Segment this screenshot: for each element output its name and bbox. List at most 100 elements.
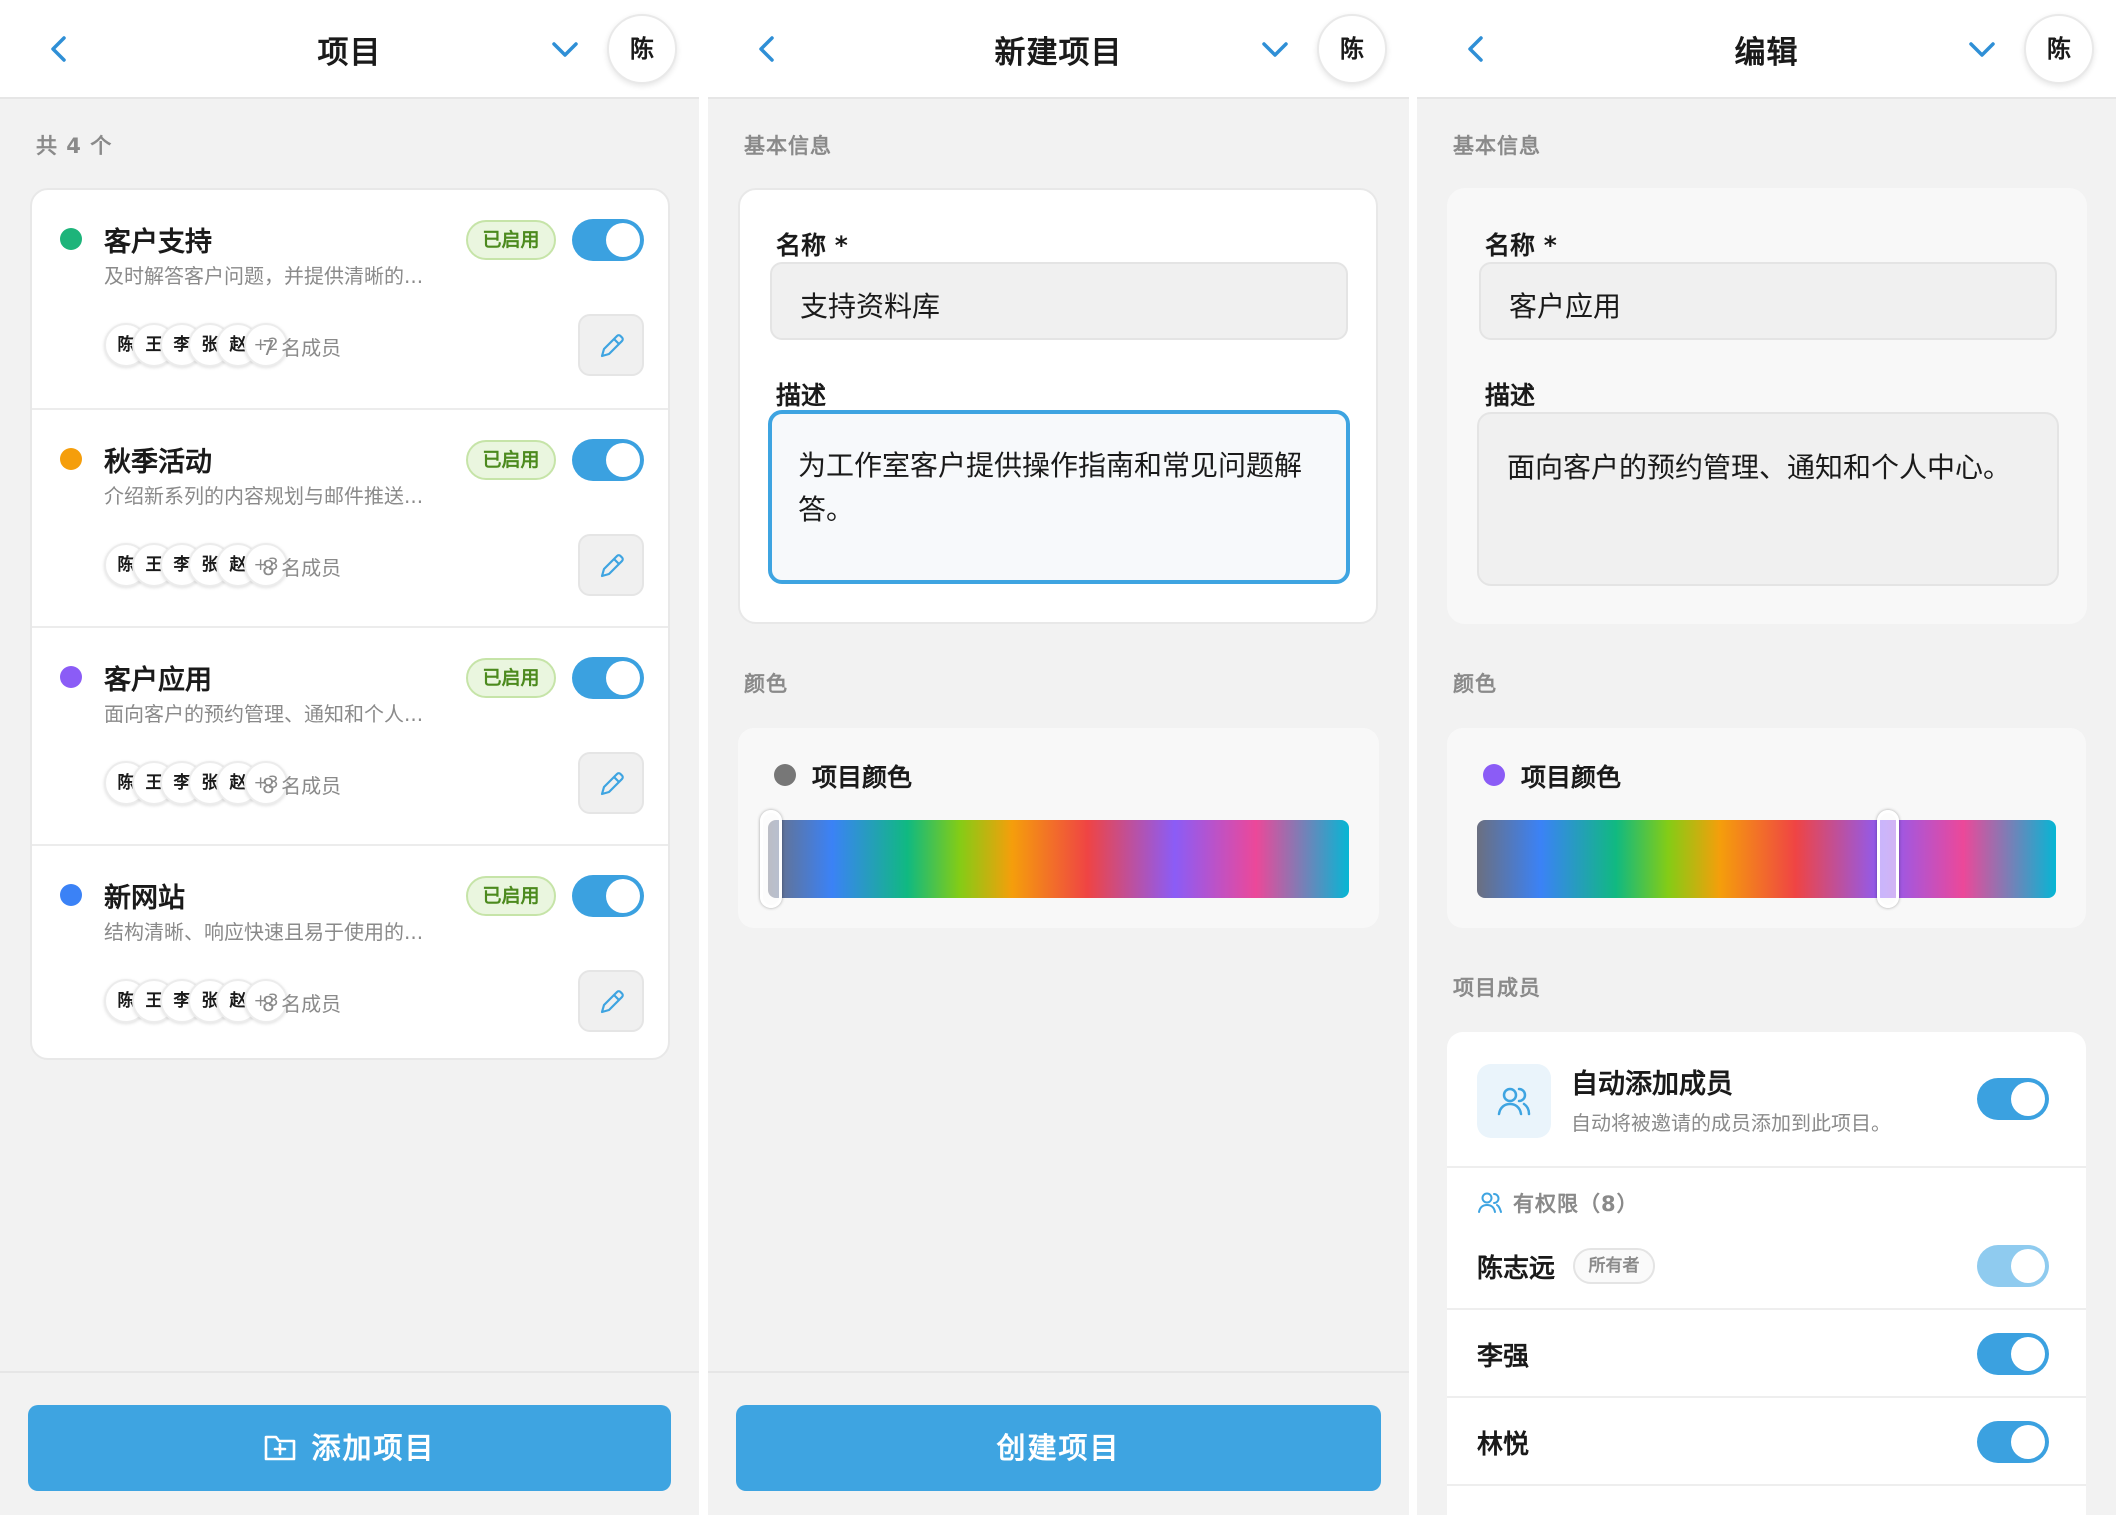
color-card: 项目颜色 <box>1447 728 2086 928</box>
project-enable-toggle[interactable] <box>572 875 644 917</box>
project-color-dot <box>60 448 82 470</box>
color-label: 项目颜色 <box>812 763 913 792</box>
edit-project-button[interactable] <box>578 314 644 376</box>
section-basic-info: 基本信息 <box>744 134 832 158</box>
chevron-down-icon[interactable] <box>1258 35 1292 65</box>
footer: 添加项目 <box>0 1371 699 1515</box>
project-color-dot <box>60 228 82 250</box>
user-avatar-button[interactable]: 陈 <box>607 14 677 84</box>
member-toggle <box>1977 1245 2049 1287</box>
project-item[interactable]: 秋季活动 介绍新系列的内容规划与邮件推送... 已启用陈王李张赵 +3 8 名成员 <box>32 408 668 626</box>
color-preview-dot <box>774 764 796 786</box>
user-avatar-button[interactable]: 陈 <box>1317 14 1387 84</box>
color-label: 项目颜色 <box>1521 763 1622 792</box>
basic-info-card: 名称 * 客户应用 描述 面向客户的预约管理、通知和个人中心。 <box>1447 188 2087 624</box>
project-description: 及时解答客户问题，并提供清晰的... <box>104 264 424 288</box>
pencil-icon <box>600 990 624 1014</box>
auto-add-subtitle: 自动将被邀请的成员添加到此项目。 <box>1571 1111 1891 1135</box>
name-input[interactable]: 客户应用 <box>1479 262 2057 340</box>
auto-add-title: 自动添加成员 <box>1571 1069 1733 1100</box>
page-title: 项目 <box>317 35 382 71</box>
project-name: 客户应用 <box>104 665 212 696</box>
status-badge: 已启用 <box>466 220 556 260</box>
toggle-knob <box>606 443 640 477</box>
header: 编辑 陈 <box>1417 0 2116 99</box>
pencil-icon <box>600 554 624 578</box>
members-card: 自动添加成员 自动将被邀请的成员添加到此项目。 有权限（8） 陈志远 所有者 李… <box>1447 1032 2086 1515</box>
edit-project-button[interactable] <box>578 534 644 596</box>
header: 项目 陈 <box>0 0 699 99</box>
member-row: 陈志远 所有者 <box>1447 1222 2086 1310</box>
page-title: 编辑 <box>1734 35 1799 71</box>
project-enable-toggle[interactable] <box>572 219 644 261</box>
edit-project-screen: 编辑 陈 基本信息 名称 * 客户应用 描述 面向客户的预约管理、通知和个人中心… <box>1417 0 2116 1515</box>
status-badge: 已启用 <box>466 876 556 916</box>
member-name: 李强 <box>1477 1342 1530 1372</box>
auto-add-icon-box <box>1477 1064 1551 1138</box>
color-preview-dot <box>1483 764 1505 786</box>
divider <box>1447 1166 2086 1168</box>
project-color-dot <box>60 666 82 688</box>
basic-info-card: 名称 * 支持资料库 描述 为工作室客户提供操作指南和常见问题解答。 <box>738 188 1378 624</box>
color-card: 项目颜色 <box>738 728 1379 928</box>
project-name: 新网站 <box>104 883 185 914</box>
description-textarea[interactable]: 为工作室客户提供操作指南和常见问题解答。 <box>768 410 1350 584</box>
hue-slider-handle[interactable] <box>760 810 782 908</box>
name-input[interactable]: 支持资料库 <box>770 262 1348 340</box>
toggle-knob <box>606 879 640 913</box>
project-list: 客户支持 及时解答客户问题，并提供清晰的... 已启用陈王李张赵 +2 7 名成员 秋季活… <box>30 188 670 1060</box>
user-avatar-button[interactable]: 陈 <box>2024 14 2094 84</box>
add-project-label: 添加项目 <box>311 1431 436 1465</box>
project-enable-toggle[interactable] <box>572 439 644 481</box>
project-name: 客户支持 <box>104 227 212 258</box>
users-icon <box>1497 1087 1531 1116</box>
edit-project-button[interactable] <box>578 752 644 814</box>
projects-list-screen: 项目 陈 共 4 个 客户支持 及时解答客户问题，并提供清晰的... 已启用陈王李张… <box>0 0 699 1515</box>
section-color: 颜色 <box>1453 672 1497 696</box>
member-count: 8 名成员 <box>262 992 342 1016</box>
description-textarea[interactable]: 面向客户的预约管理、通知和个人中心。 <box>1477 412 2059 586</box>
create-project-button[interactable]: 创建项目 <box>736 1405 1381 1491</box>
page-title: 新建项目 <box>994 35 1123 71</box>
member-name: 陈志远 <box>1477 1254 1556 1284</box>
project-description: 面向客户的预约管理、通知和个人... <box>104 702 424 726</box>
project-item[interactable]: 客户应用 面向客户的预约管理、通知和个人... 已启用陈王李张赵 +3 8 名成员 <box>32 626 668 844</box>
chevron-down-icon[interactable] <box>548 35 582 65</box>
footer: 创建项目 <box>708 1371 1409 1515</box>
section-members: 项目成员 <box>1453 976 1541 1000</box>
project-count: 共 4 个 <box>36 134 113 158</box>
hue-slider[interactable] <box>1477 810 2056 908</box>
pencil-icon <box>600 772 624 796</box>
status-badge: 已启用 <box>466 658 556 698</box>
project-color-dot <box>60 884 82 906</box>
edit-project-button[interactable] <box>578 970 644 1032</box>
users-icon <box>1478 1192 1502 1213</box>
pencil-icon <box>600 334 624 358</box>
name-label: 名称 * <box>1485 231 1557 260</box>
member-toggle[interactable] <box>1977 1421 2049 1463</box>
project-name: 秋季活动 <box>104 447 212 478</box>
name-label: 名称 * <box>776 231 848 260</box>
project-enable-toggle[interactable] <box>572 657 644 699</box>
section-color: 颜色 <box>744 672 788 696</box>
toggle-knob <box>2011 1425 2045 1459</box>
description-label: 描述 <box>1485 381 1536 410</box>
folder-plus-icon <box>265 1435 296 1461</box>
hue-slider[interactable] <box>760 810 1349 908</box>
project-item[interactable]: 新网站 结构清晰、响应快速且易于使用的... 已启用陈王李张赵 +3 8 名成员 <box>32 844 668 1062</box>
create-project-screen: 新建项目 陈 基本信息 名称 * 支持资料库 描述 为工作室客户提供操作指南和常… <box>708 0 1409 1515</box>
member-toggle[interactable] <box>1977 1333 2049 1375</box>
member-count: 8 名成员 <box>262 774 342 798</box>
toggle-knob <box>2011 1249 2045 1283</box>
description-label: 描述 <box>776 381 827 410</box>
member-count: 8 名成员 <box>262 556 342 580</box>
auto-add-toggle[interactable] <box>1977 1078 2049 1120</box>
toggle-knob <box>606 661 640 695</box>
hue-slider-handle[interactable] <box>1877 810 1900 908</box>
add-project-button[interactable]: 添加项目 <box>28 1405 671 1491</box>
member-name: 林悦 <box>1477 1430 1530 1460</box>
toggle-knob <box>2011 1082 2045 1116</box>
chevron-down-icon[interactable] <box>1965 35 1999 65</box>
member-count: 7 名成员 <box>262 336 342 360</box>
project-item[interactable]: 客户支持 及时解答客户问题，并提供清晰的... 已启用陈王李张赵 +2 7 名成员 <box>32 190 668 408</box>
